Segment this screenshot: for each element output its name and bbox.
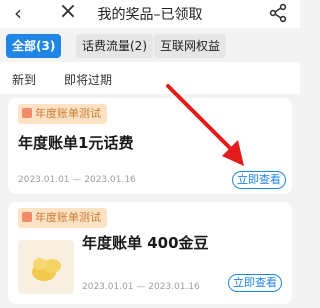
annotation-arrow-icon: [166, 84, 244, 166]
